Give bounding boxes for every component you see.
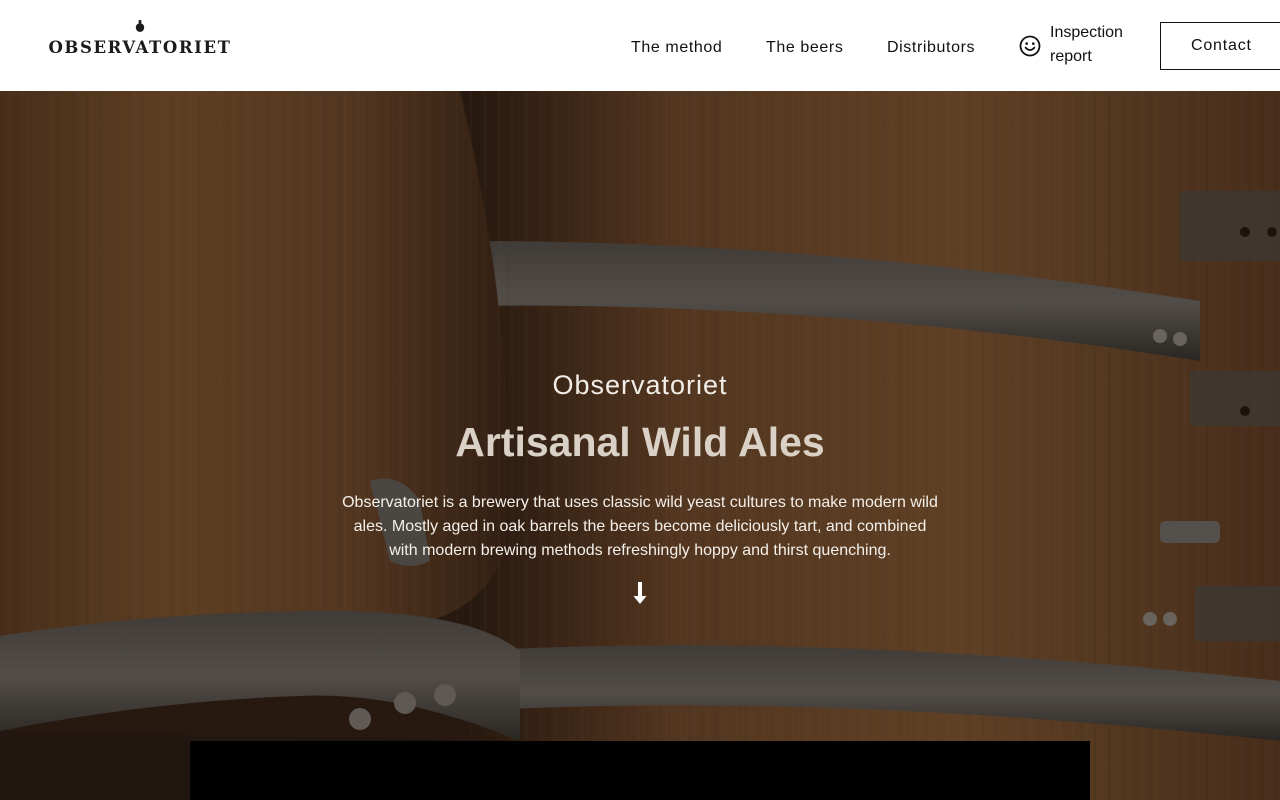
nav-link-beers[interactable]: The beers [766, 38, 843, 58]
inspection-report-link[interactable]: Inspection report [1018, 21, 1148, 71]
contact-button[interactable]: Contact [1160, 22, 1280, 70]
inspection-report-label: Inspection report [1050, 24, 1123, 65]
hero-description: Observatoriet is a brewery that uses cla… [342, 494, 938, 559]
arrow-down-icon[interactable] [630, 580, 650, 608]
hero-title: Artisanal Wild Ales [455, 419, 825, 465]
nav-link-method[interactable]: The method [631, 38, 722, 58]
hero-content: Observatoriet Artisanal Wild Ales Observ… [0, 91, 1280, 800]
drop-logo-icon [135, 20, 145, 32]
site-header: OBSERVATORIET The method The beers Distr… [0, 0, 1280, 91]
hero-kicker: Observatoriet [552, 370, 728, 400]
hero-section: Observatoriet Artisanal Wild Ales Observ… [0, 91, 1280, 800]
smiley-icon [1019, 35, 1041, 57]
brand-logo[interactable]: OBSERVATORIET [40, 18, 240, 62]
nav-link-distributors[interactable]: Distributors [887, 38, 975, 58]
brand-logo-text: OBSERVATORIET [48, 38, 232, 57]
video-block[interactable] [190, 741, 1090, 800]
